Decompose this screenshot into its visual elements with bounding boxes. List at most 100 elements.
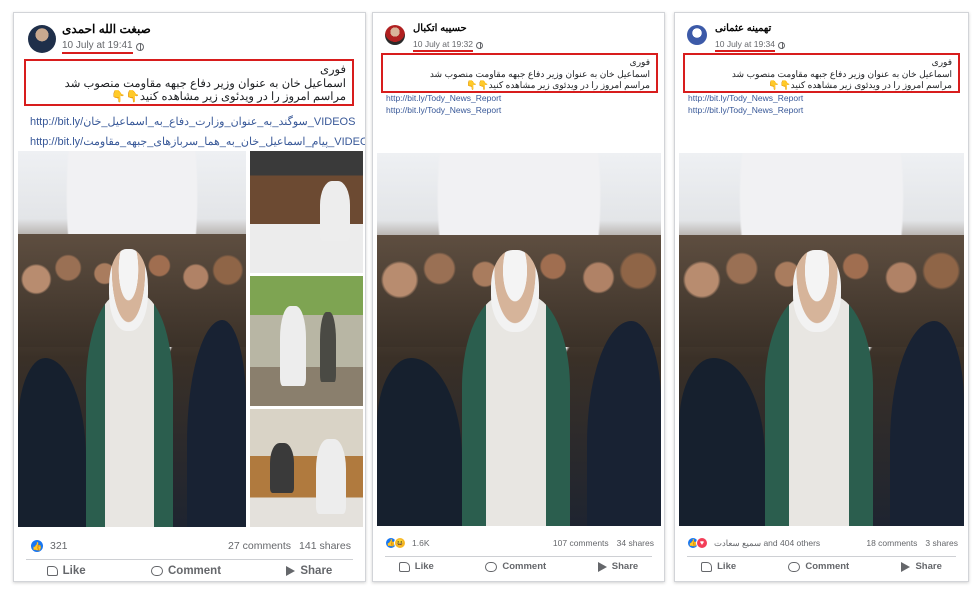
post-text-line: مراسم امروز را در ویدئوی زیر مشاهده کنید… [111, 91, 346, 103]
haha-reaction-icon: 😆 [394, 537, 406, 549]
post-link[interactable]: http://bit.ly/Tody_News_Report [688, 93, 803, 103]
reaction-icons[interactable]: 👍 ♥ [687, 537, 708, 549]
like-label: Like [62, 565, 86, 577]
post-stats: 👍 😆 1.6K 107 comments 34 shares [373, 535, 664, 551]
comments-count[interactable]: 27 comments [228, 540, 291, 552]
post-link[interactable]: http://bit.ly/Tody_News_Report [386, 105, 501, 115]
reaction-icons[interactable]: 👍 [30, 539, 44, 553]
post-link[interactable]: http://bit.ly/Tody_News_Report [386, 93, 501, 103]
share-icon [901, 561, 911, 572]
divider [26, 559, 353, 560]
comment-button[interactable]: Comment [151, 565, 221, 577]
comment-button[interactable]: Comment [788, 561, 849, 572]
comment-icon [485, 561, 498, 572]
comments-count[interactable]: 18 comments [866, 538, 917, 548]
post-timestamp: 10 July at 19:41 [62, 40, 144, 54]
avatar[interactable] [385, 25, 405, 45]
like-button[interactable]: Like [46, 565, 86, 577]
photo-foreground-right [889, 320, 964, 526]
photo-subject-head [490, 249, 539, 333]
post-photo[interactable] [377, 153, 661, 526]
shares-count[interactable]: 141 shares [299, 540, 351, 552]
timestamp-text[interactable]: 10 July at 19:32 [413, 39, 474, 52]
thumbs-up-icon [398, 561, 410, 572]
like-label: Like [717, 561, 737, 572]
post-text-line: اسماعیل خان به عنوان وزیر دفاع جبهه مقاو… [731, 68, 952, 79]
photo-subject-head [793, 249, 842, 333]
photo-figure [320, 312, 336, 382]
like-button[interactable]: Like [398, 561, 434, 572]
comment-button[interactable]: Comment [485, 561, 546, 572]
post-actions: Like Comment Share [14, 565, 365, 577]
share-label: Share [611, 561, 639, 572]
shares-count[interactable]: 34 shares [617, 538, 654, 548]
comment-label: Comment [502, 561, 547, 572]
share-button[interactable]: Share [901, 561, 942, 572]
post-timestamp: 10 July at 19:32 [413, 39, 484, 52]
post-photo[interactable] [18, 151, 246, 527]
post-stats: 👍 321 27 comments 141 shares [14, 537, 365, 555]
post-link[interactable]: http://bit.ly/پیام_اسماعیل_خان_به_هما_سر… [30, 135, 365, 148]
author-name[interactable]: تهمینه عثمانی [715, 23, 771, 34]
comment-icon [788, 561, 801, 572]
love-reaction-icon: ♥ [696, 537, 708, 549]
post-text-line: مراسم امروز را در ویدئوی زیر مشاهده کنید… [768, 80, 952, 90]
comment-label: Comment [805, 561, 850, 572]
share-button[interactable]: Share [286, 565, 332, 577]
post-text-line: اسماعیل خان به عنوان وزیر دفاع جبهه مقاو… [429, 68, 650, 79]
reactions-count[interactable]: 1.6K [412, 538, 430, 548]
reaction-icons[interactable]: 👍 😆 [385, 537, 406, 549]
photo-foreground-right [587, 320, 661, 526]
thumbs-up-icon [701, 561, 713, 572]
facebook-post-card: حسیبه اتکبال 10 July at 19:32 فوری اسماع… [372, 12, 665, 582]
timestamp-text[interactable]: 10 July at 19:41 [62, 40, 133, 54]
post-stats: 👍 ♥ سمیع سعادت and 404 others 18 comment… [675, 535, 968, 551]
share-icon [286, 566, 296, 576]
post-timestamp: 10 July at 19:34 [715, 39, 786, 52]
divider [385, 556, 652, 557]
photo-subject [320, 181, 350, 241]
post-header: صبغت الله احمدی 10 July at 19:41 [14, 19, 365, 59]
reactions-count[interactable]: سمیع سعادت and 404 others [714, 538, 820, 549]
post-photo-thumbnail[interactable] [250, 151, 363, 273]
share-label: Share [300, 565, 333, 577]
post-text-line: فوری [629, 57, 650, 67]
post-photo[interactable] [679, 153, 964, 526]
post-link[interactable]: http://bit.ly/Tody_News_Report [688, 105, 803, 115]
comments-count[interactable]: 107 comments [553, 538, 609, 548]
facebook-post-card: صبغت الله احمدی 10 July at 19:41 فوری اس… [13, 12, 366, 582]
thumbs-up-icon [46, 566, 58, 576]
post-text-line: فوری [931, 57, 952, 67]
like-button[interactable]: Like [701, 561, 736, 572]
share-label: Share [915, 561, 942, 572]
share-icon [597, 561, 607, 572]
photo-subject [280, 306, 306, 386]
timestamp-text[interactable]: 10 July at 19:34 [715, 39, 776, 52]
shares-count[interactable]: 3 shares [925, 538, 958, 548]
comment-icon [151, 566, 163, 576]
photo-figure [270, 443, 294, 493]
globe-icon [476, 42, 484, 49]
comment-label: Comment [168, 565, 222, 577]
reactions-count[interactable]: 321 [50, 540, 68, 552]
facebook-post-card: تهمینه عثمانی 10 July at 19:34 فوری اسما… [674, 12, 969, 582]
photo-foreground-left [377, 358, 463, 526]
author-name[interactable]: صبغت الله احمدی [62, 22, 151, 36]
globe-icon [778, 42, 786, 49]
like-label: Like [414, 561, 434, 572]
author-name[interactable]: حسیبه اتکبال [413, 23, 467, 34]
photo-foreground-left [18, 357, 87, 527]
post-text-line: اسماعیل خان به عنوان وزیر دفاع جبهه مقاو… [64, 77, 346, 90]
photo-foreground-right [186, 320, 246, 527]
post-photo-thumbnail[interactable] [250, 409, 363, 527]
post-link[interactable]: http://bit.ly/سوگند_به_عنوان_وزارت_دفاع_… [30, 115, 355, 128]
post-text: فوری اسماعیل خان به عنوان وزیر دفاع جبهه… [683, 53, 960, 93]
post-text-line: فوری [320, 64, 346, 76]
avatar[interactable] [28, 25, 56, 53]
share-button[interactable]: Share [597, 561, 639, 572]
photo-subject [316, 439, 346, 514]
post-photo-thumbnail[interactable] [250, 276, 363, 406]
avatar[interactable] [687, 25, 707, 45]
post-text: فوری اسماعیل خان به عنوان وزیر دفاع جبهه… [24, 59, 354, 106]
photo-subject-head [109, 248, 148, 332]
